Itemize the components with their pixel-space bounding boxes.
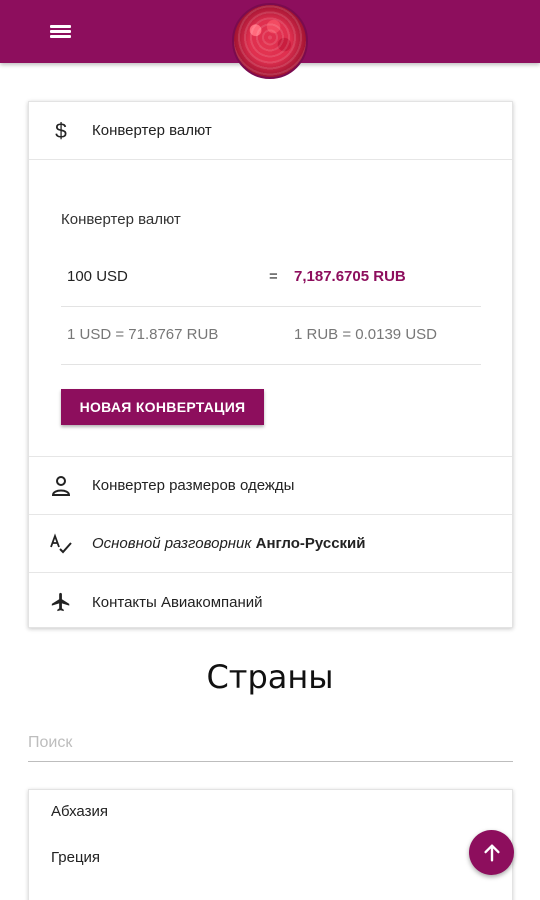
clothing-size-converter-label: Конвертер размеров одежды [92,477,295,494]
countries-list: Абхазия Греция [28,789,513,900]
phrasebook-label: Основной разговорник Англо-Русский [92,535,366,552]
person-icon [49,474,73,498]
divider [61,364,481,365]
spellcheck-icon [49,532,73,556]
airplane-icon [49,590,73,614]
equals-sign: = [269,268,278,285]
hamburger-icon-line [50,30,71,33]
tools-card: $ Конвертер валют Конвертер валют 100 US… [28,101,513,628]
airline-contacts-row[interactable]: Контакты Авиакомпаний [29,573,512,631]
phrasebook-row[interactable]: Основной разговорник Англо-Русский [29,515,512,573]
hamburger-icon-line [50,35,71,38]
phrasebook-label-bold: Англо-Русский [255,535,366,552]
converter-title: Конвертер валют [61,211,181,228]
hamburger-icon [50,25,71,28]
list-item[interactable]: Греция [51,849,100,866]
countries-title: Страны [206,658,334,696]
arrow-up-icon [483,843,500,862]
svg-text:$: $ [55,120,67,143]
rate-reverse: 1 RUB = 0.0139 USD [294,326,437,343]
search-input[interactable] [28,724,513,762]
new-conversion-button[interactable]: НОВАЯ КОНВЕРТАЦИЯ [61,389,264,425]
scroll-to-top-button[interactable] [469,830,514,875]
rate-forward: 1 USD = 71.8767 RUB [67,326,219,343]
currency-converter-row[interactable]: $ Конвертер валют [29,102,512,160]
avatar[interactable] [232,3,308,79]
converter-input-amount[interactable]: 100 USD [67,268,128,285]
phrasebook-label-italic: Основной разговорник [92,535,252,552]
airline-contacts-label: Контакты Авиакомпаний [92,593,263,611]
list-item[interactable]: Абхазия [51,803,108,820]
currency-converter-panel: Конвертер валют 100 USD = 7,187.6705 RUB… [29,160,512,457]
dollar-icon: $ [49,119,73,143]
clothing-size-converter-row[interactable]: Конвертер размеров одежды [29,457,512,515]
divider [61,306,481,307]
menu-button[interactable] [46,20,76,44]
converter-result: 7,187.6705 RUB [294,268,406,285]
currency-converter-label: Конвертер валют [92,122,212,139]
